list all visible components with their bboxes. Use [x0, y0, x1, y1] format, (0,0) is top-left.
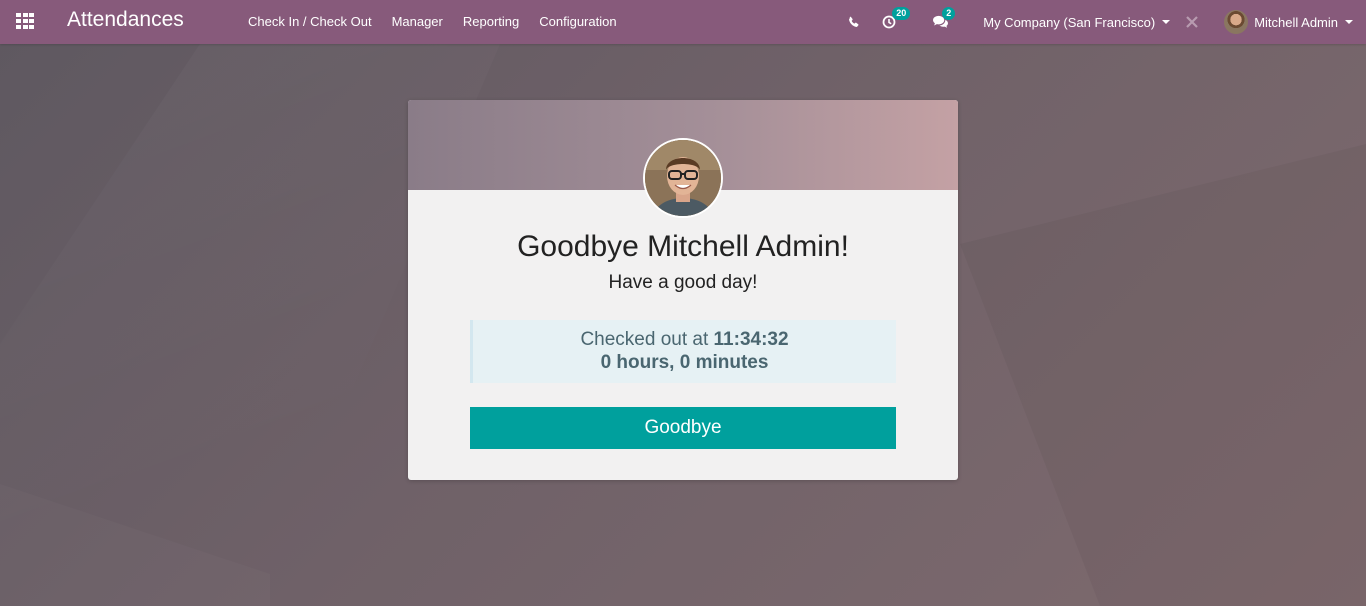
apps-grid-icon[interactable] [16, 13, 34, 29]
greeting-heading: Goodbye Mitchell Admin! [517, 230, 849, 263]
activity-menu[interactable]: 20 [882, 7, 911, 29]
chevron-down-icon [1345, 20, 1353, 24]
employee-avatar [643, 138, 723, 218]
top-navbar: Attendances Check In / Check Out Manager… [0, 0, 1366, 44]
subgreeting-text: Have a good day! [608, 272, 758, 293]
company-name: My Company (San Francisco) [983, 14, 1156, 30]
menu-item-configuration[interactable]: Configuration [529, 0, 626, 44]
chevron-down-icon [1162, 20, 1171, 24]
main-menu: Check In / Check Out Manager Reporting C… [238, 0, 627, 44]
menu-item-check-in-out[interactable]: Check In / Check Out [238, 0, 382, 44]
messages-menu[interactable]: 2 [932, 7, 956, 29]
worked-duration: 0 hours, 0 minutes [600, 352, 769, 373]
checked-out-time: 11:34:32 [713, 329, 789, 350]
menu-item-reporting[interactable]: Reporting [453, 0, 529, 44]
systray: 20 2 My Company (San Francisco) Mitchell… [847, 0, 1366, 44]
goodbye-button[interactable]: Goodbye [470, 407, 896, 449]
avatar [1224, 10, 1249, 34]
menu-item-manager[interactable]: Manager [382, 0, 453, 44]
close-icon[interactable] [1186, 16, 1198, 28]
phone-icon[interactable] [847, 16, 860, 29]
user-menu[interactable]: Mitchell Admin [1224, 10, 1353, 34]
checkout-info-alert: Checked out at 11:34:32 0 hours, 0 minut… [470, 320, 896, 383]
messages-count-badge: 2 [942, 7, 956, 20]
checked-out-label: Checked out at [580, 329, 714, 350]
app-title[interactable]: Attendances [67, 8, 184, 32]
activity-count-badge: 20 [892, 7, 911, 20]
attendance-card: Goodbye Mitchell Admin! Have a good day!… [408, 100, 958, 480]
user-name: Mitchell Admin [1254, 14, 1338, 30]
checkout-line: Checked out at 11:34:32 [473, 328, 896, 351]
company-switcher[interactable]: My Company (San Francisco) [983, 14, 1171, 30]
